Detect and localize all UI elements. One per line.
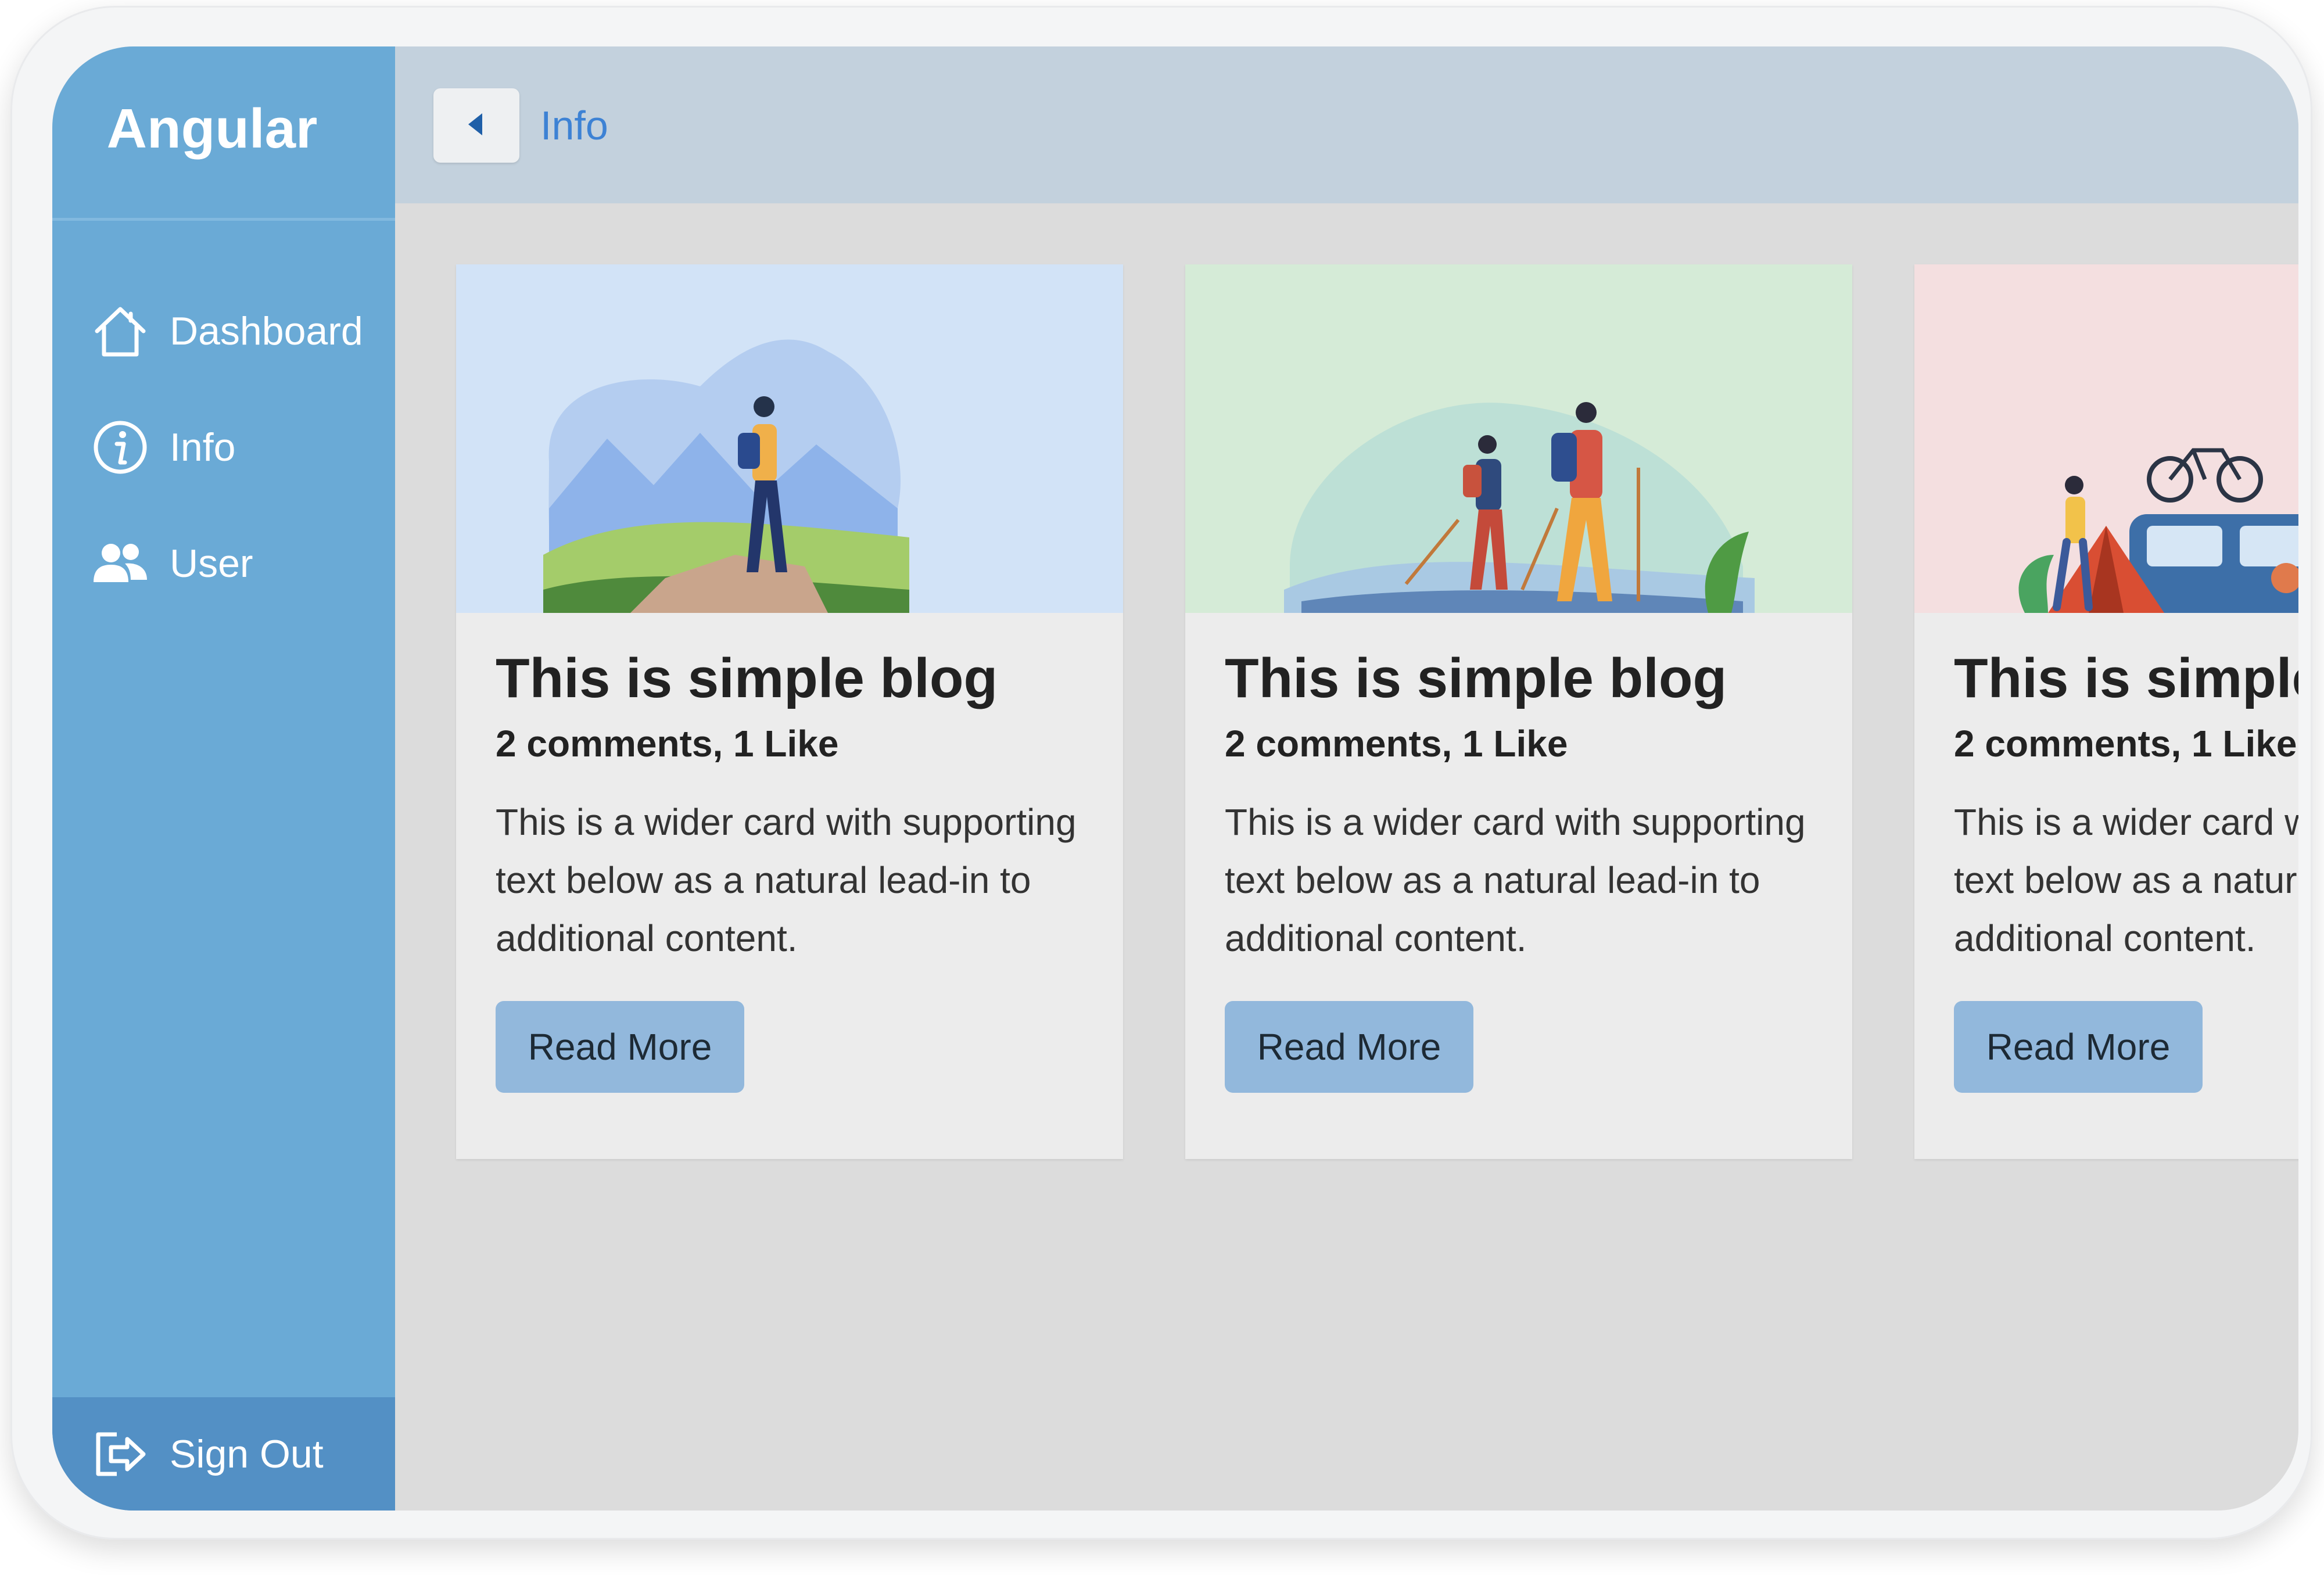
card-title: This is simple blog (1225, 647, 1727, 709)
users-icon (88, 532, 152, 595)
read-more-button[interactable]: Read More (1954, 1000, 2203, 1093)
sidebar-item-dashboard[interactable]: Dashboard (52, 273, 395, 389)
card-image (1914, 264, 2298, 613)
brand-title: Angular (106, 97, 318, 160)
blog-card: This is simple blog 2 comments, 1 Like T… (1185, 264, 1852, 1159)
sidebar: Angular Dashboard Info User Sign Out (52, 46, 395, 1511)
card-text: This is a wider card with supporting tex… (496, 801, 1077, 959)
home-icon (88, 299, 152, 363)
sign-out-label: Sign Out (170, 1432, 324, 1476)
card-text: This is a wider card with supporting tex… (1225, 801, 1806, 959)
app-screen: Angular Dashboard Info User Sign Out Inf… (52, 46, 2298, 1511)
sidebar-item-label: Info (170, 425, 236, 469)
read-more-button[interactable]: Read More (496, 1000, 744, 1093)
card-body: This is simple blog 2 comments, 1 Like T… (1185, 613, 1852, 1093)
card-meta: 2 comments, 1 Like (1954, 722, 2297, 765)
card-text: This is a wider card with supporting tex… (1954, 801, 2298, 959)
sidebar-item-user[interactable]: User (52, 505, 395, 622)
sign-out-button[interactable]: Sign Out (52, 1397, 395, 1511)
card-image (1185, 264, 1852, 613)
card-image (456, 264, 1123, 613)
blog-card: This is simple blog 2 comments, 1 Like T… (1914, 264, 2298, 1159)
page-title: Info (540, 103, 608, 148)
blog-card: This is simple blog 2 comments, 1 Like T… (456, 264, 1123, 1159)
card-body: This is simple blog 2 comments, 1 Like T… (456, 613, 1123, 1093)
device-frame: Angular Dashboard Info User Sign Out Inf… (10, 6, 2312, 1540)
sidebar-item-label: User (170, 541, 253, 586)
card-meta: 2 comments, 1 Like (496, 722, 839, 765)
card-title: This is simple blog (1954, 647, 2298, 709)
back-button[interactable] (433, 88, 519, 163)
caret-left-icon (465, 111, 488, 141)
sign-out-icon (88, 1422, 152, 1486)
read-more-button[interactable]: Read More (1225, 1000, 1473, 1093)
sidebar-item-label: Dashboard (170, 309, 363, 353)
card-title: This is simple blog (496, 647, 998, 709)
sidebar-item-info[interactable]: Info (52, 389, 395, 505)
card-body: This is simple blog 2 comments, 1 Like T… (1914, 613, 2298, 1093)
brand: Angular (52, 46, 395, 221)
card-meta: 2 comments, 1 Like (1225, 722, 1568, 765)
info-icon (88, 415, 152, 479)
top-bar: Info (395, 46, 2298, 203)
sidebar-nav: Dashboard Info User (52, 273, 395, 622)
